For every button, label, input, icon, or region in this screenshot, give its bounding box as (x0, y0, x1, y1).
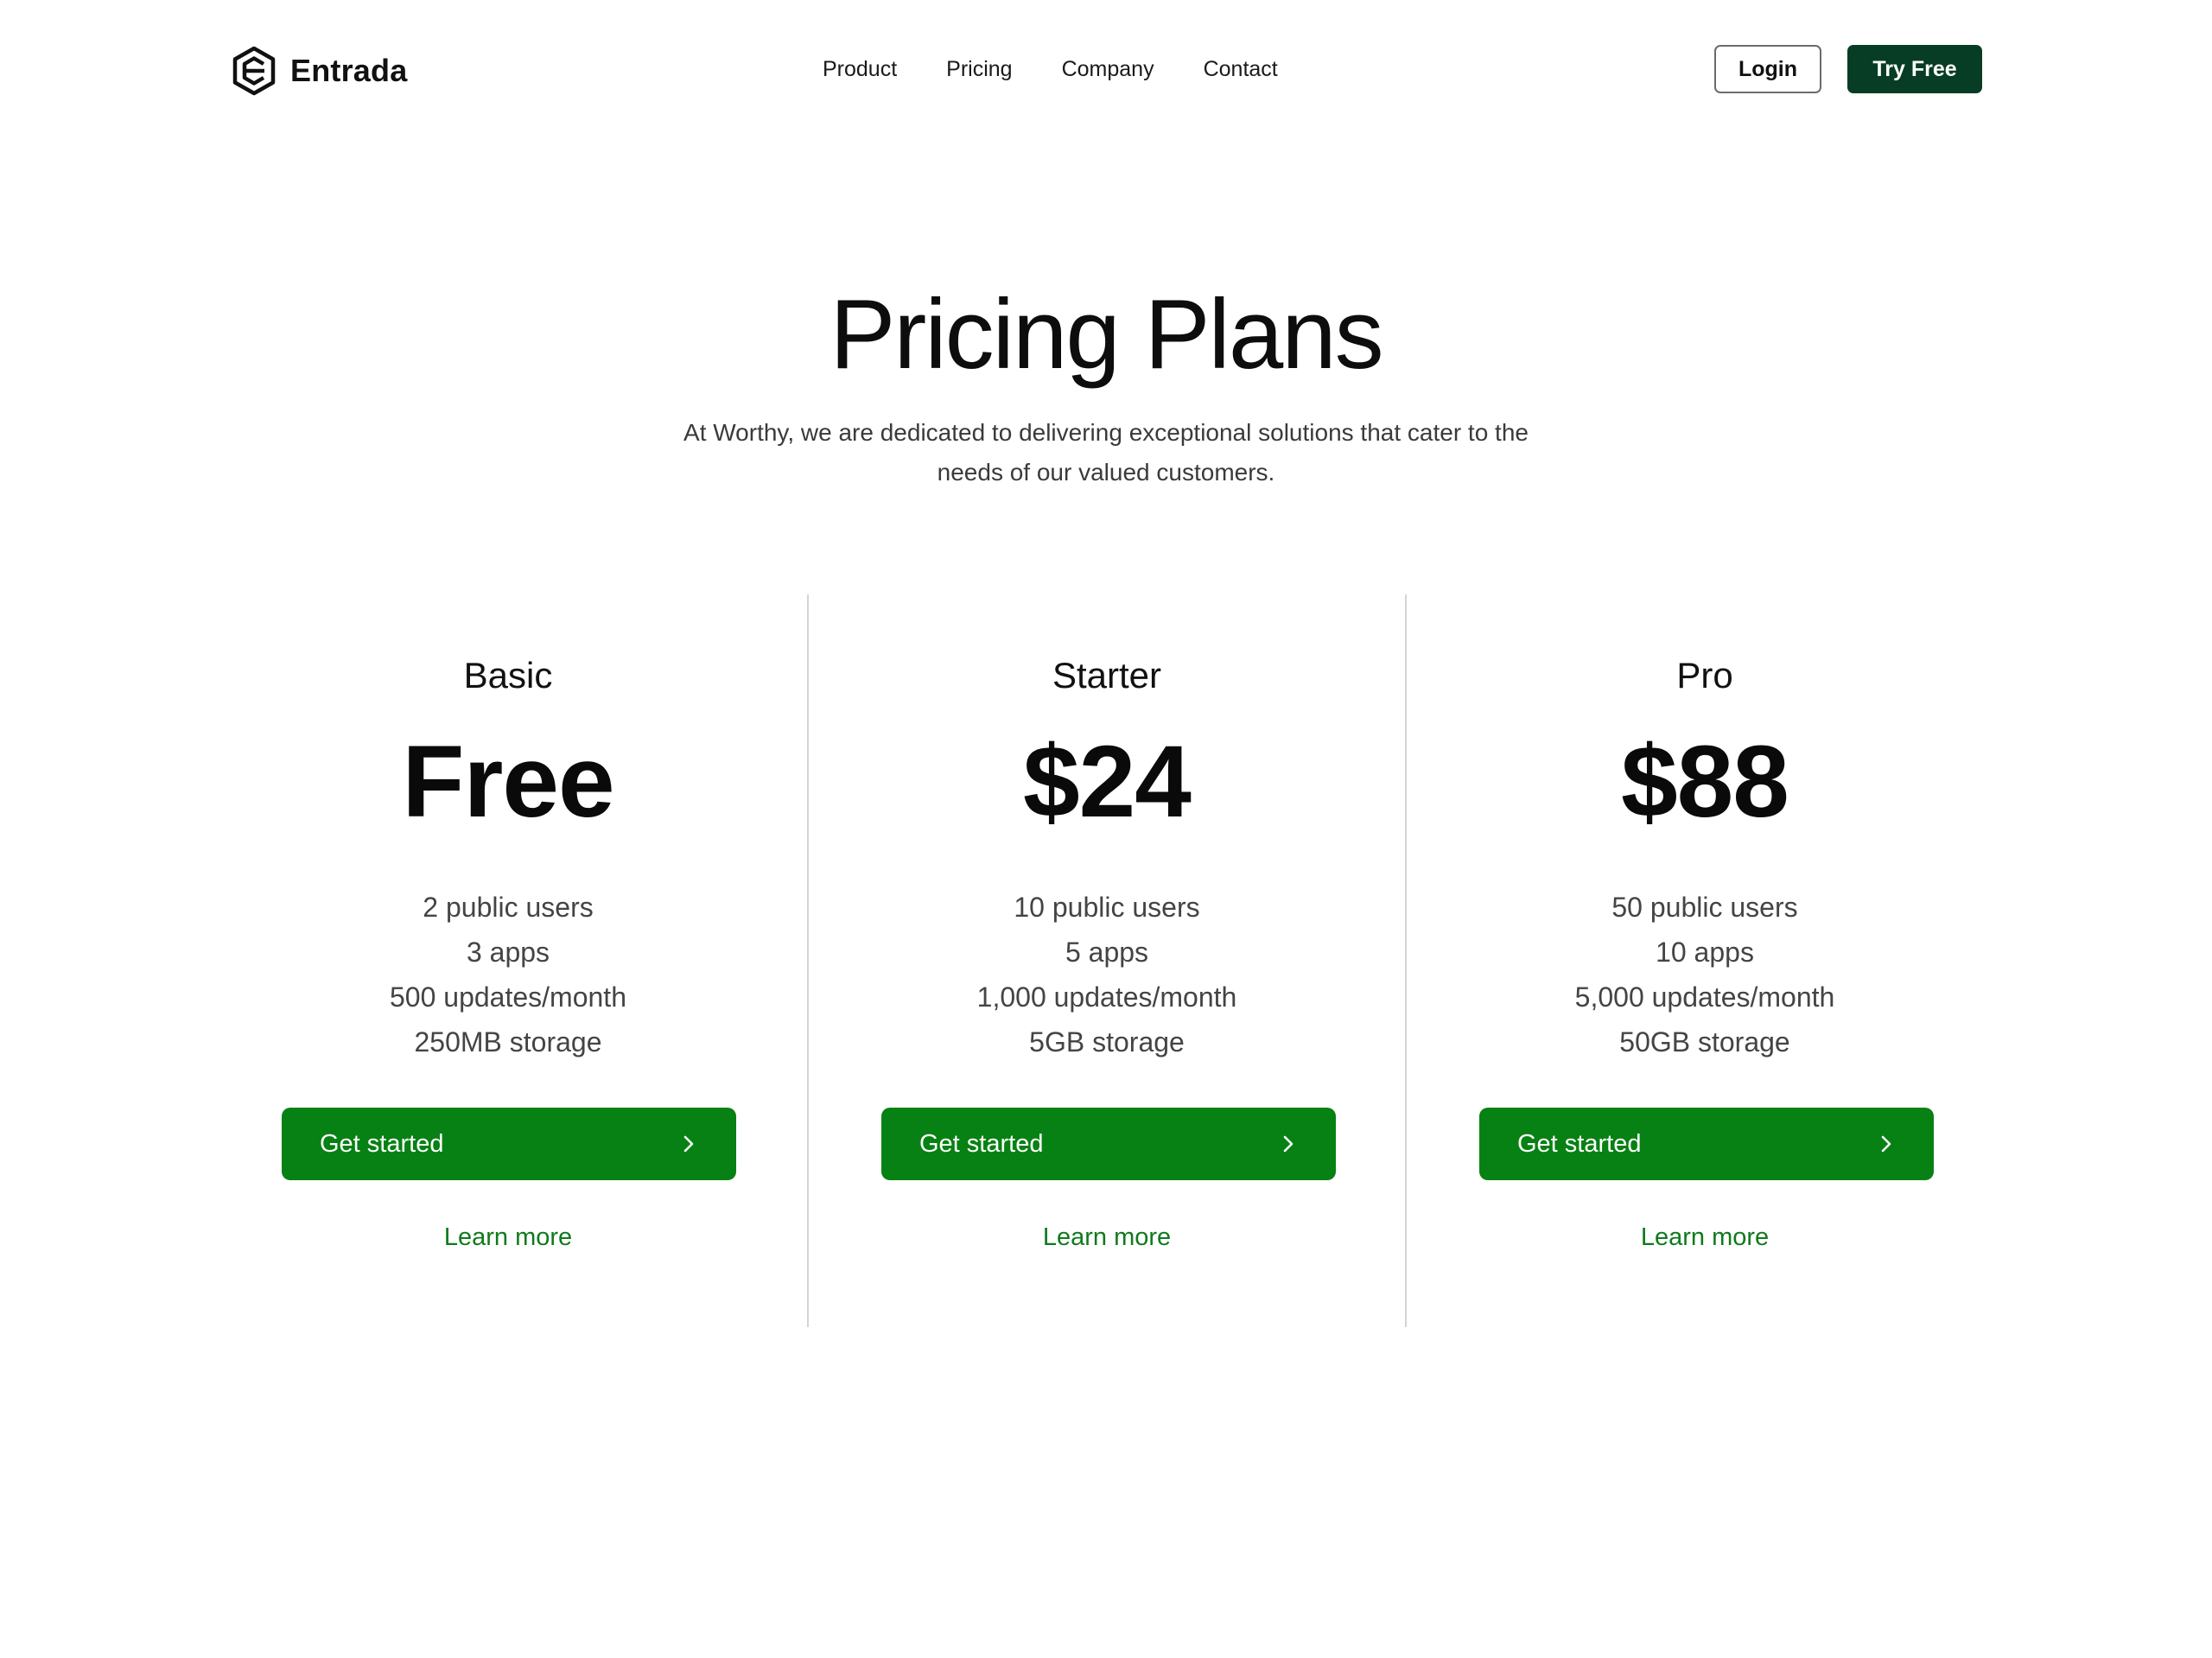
plan-feature: 2 public users (423, 892, 594, 923)
plan-card-basic: Basic Free 2 public users 3 apps 500 upd… (209, 594, 807, 1327)
plan-features: 2 public users 3 apps 500 updates/month … (209, 885, 807, 1064)
plan-card-pro: Pro $88 50 public users 10 apps 5,000 up… (1405, 594, 2003, 1327)
login-button[interactable]: Login (1714, 45, 1821, 93)
plan-price: Free (402, 725, 614, 839)
plan-feature: 5GB storage (1029, 1026, 1185, 1058)
learn-more-link-pro[interactable]: Learn more (1407, 1218, 2003, 1256)
learn-more-link-starter[interactable]: Learn more (809, 1218, 1405, 1256)
nav-link-contact[interactable]: Contact (1204, 57, 1278, 82)
plan-feature: 5 apps (1065, 937, 1149, 968)
plan-feature: 1,000 updates/month (976, 981, 1237, 1013)
get-started-label: Get started (1517, 1129, 1642, 1158)
get-started-button-pro[interactable]: Get started (1479, 1108, 1934, 1180)
nav-link-company[interactable]: Company (1062, 57, 1154, 82)
plan-features: 50 public users 10 apps 5,000 updates/mo… (1407, 885, 2003, 1064)
brand-name: Entrada (290, 53, 408, 88)
nav-link-product[interactable]: Product (823, 57, 897, 82)
plan-price: $88 (1621, 725, 1789, 839)
page-subtitle: At Worthy, we are dedicated to deliverin… (683, 419, 1529, 486)
nav-link-pricing[interactable]: Pricing (946, 57, 1012, 82)
plan-features: 10 public users 5 apps 1,000 updates/mon… (809, 885, 1405, 1064)
plan-feature: 5,000 updates/month (1574, 981, 1835, 1013)
plan-card-starter: Starter $24 10 public users 5 apps 1,000… (807, 594, 1405, 1327)
plan-name: Pro (1676, 655, 1733, 696)
hexagon-e-logo-icon (232, 46, 276, 96)
plan-feature: 50GB storage (1619, 1026, 1790, 1058)
pricing-plans: Basic Free 2 public users 3 apps 500 upd… (209, 594, 2003, 1327)
plan-feature: 250MB storage (414, 1026, 602, 1058)
plan-feature: 10 public users (1014, 892, 1200, 923)
get-started-label: Get started (320, 1129, 444, 1158)
main-nav: Product Pricing Company Contact (823, 50, 1278, 88)
plan-feature: 500 updates/month (390, 981, 626, 1013)
plan-feature: 10 apps (1656, 937, 1754, 968)
plan-feature: 50 public users (1611, 892, 1798, 923)
plan-name: Basic (463, 655, 553, 696)
plan-feature: 3 apps (466, 937, 550, 968)
plan-name: Starter (1052, 655, 1162, 696)
learn-more-link-basic[interactable]: Learn more (209, 1218, 807, 1256)
page-title: Pricing Plans (830, 280, 1383, 390)
chevron-right-icon (1881, 1135, 1891, 1153)
get-started-button-starter[interactable]: Get started (881, 1108, 1336, 1180)
chevron-right-icon (683, 1135, 694, 1153)
chevron-right-icon (1283, 1135, 1294, 1153)
site-header: Entrada Product Pricing Company Contact … (0, 0, 2212, 142)
get-started-button-basic[interactable]: Get started (282, 1108, 736, 1180)
get-started-label: Get started (919, 1129, 1044, 1158)
try-free-button[interactable]: Try Free (1847, 45, 1982, 93)
plan-price: $24 (1023, 725, 1192, 839)
brand-logo-link[interactable]: Entrada (232, 45, 407, 97)
